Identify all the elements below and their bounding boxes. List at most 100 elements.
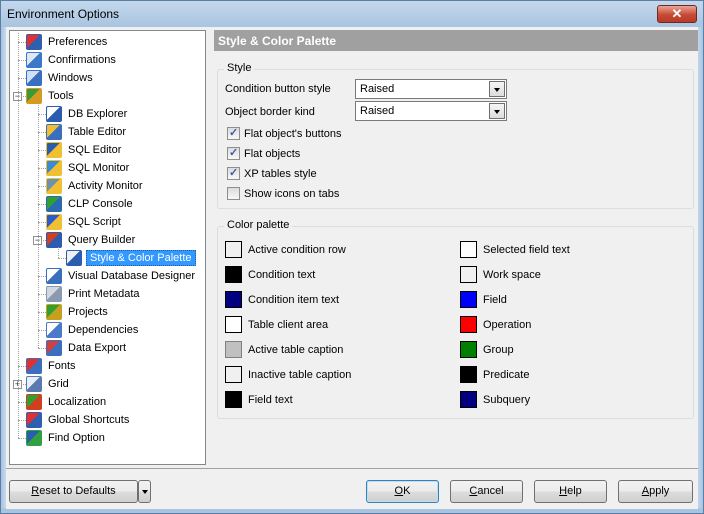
tree-item-grid[interactable]: Grid <box>26 375 71 393</box>
color-swatch[interactable] <box>460 266 477 283</box>
tree-item-global-shortcuts[interactable]: Global Shortcuts <box>26 411 131 429</box>
tree-item-localization[interactable]: Localization <box>26 393 108 411</box>
checkbox-show-icons-on-tabs[interactable]: Show icons on tabs <box>227 187 339 200</box>
checkbox-checked-icon[interactable] <box>227 126 240 140</box>
color-operation[interactable]: Operation <box>460 316 531 333</box>
color-swatch[interactable] <box>225 266 242 283</box>
sql-monitor-icon <box>46 160 62 176</box>
color-condition-item-text[interactable]: Condition item text <box>225 291 339 308</box>
ok-label: K <box>403 485 411 497</box>
chevron-down-icon[interactable] <box>489 81 505 97</box>
color-predicate[interactable]: Predicate <box>460 366 529 383</box>
tree-item-sql-editor[interactable]: SQL Editor <box>46 141 123 159</box>
tree-item-label: Localization <box>48 396 107 408</box>
color-swatch[interactable] <box>460 291 477 308</box>
color-swatch[interactable] <box>225 291 242 308</box>
tools-icon <box>26 88 42 104</box>
tree-item-confirmations[interactable]: Confirmations <box>26 51 118 69</box>
ok-button[interactable]: OK <box>366 480 439 503</box>
tree-item-visual-database-designer[interactable]: Visual Database Designer <box>46 267 197 285</box>
tree-connector <box>38 186 46 187</box>
projects-icon <box>46 304 62 320</box>
db-explorer-icon <box>46 106 62 122</box>
dependencies-icon <box>46 322 62 338</box>
condition-button-style-select[interactable]: Raised <box>355 79 507 99</box>
color-active-table-caption[interactable]: Active table caption <box>225 341 343 358</box>
object-border-kind-select[interactable]: Raised <box>355 101 507 121</box>
tree-item-data-export[interactable]: Data Export <box>46 339 128 357</box>
checkbox-unchecked-icon[interactable] <box>227 187 240 200</box>
color-swatch[interactable] <box>225 341 242 358</box>
color-swatch[interactable] <box>460 316 477 333</box>
color-label: Table client area <box>248 318 329 331</box>
tree-connector <box>38 294 46 295</box>
color-table-client-area[interactable]: Table client area <box>225 316 328 333</box>
environment-options-window: Environment Options ✕ Preferences Confirm… <box>0 0 704 514</box>
color-active-condition-row[interactable]: Active condition row <box>225 241 346 258</box>
tree-item-sql-script[interactable]: SQL Script <box>46 213 123 231</box>
color-field[interactable]: Field <box>460 291 507 308</box>
tree-connector <box>38 114 46 115</box>
tree-connector <box>38 222 46 223</box>
help-label: elp <box>567 485 582 497</box>
tree-item-query-builder[interactable]: Query Builder <box>46 231 137 249</box>
tree-item-fonts[interactable]: Fonts <box>26 357 78 375</box>
options-tree[interactable]: Preferences Confirmations Windows Tools − DB … <box>9 30 206 465</box>
tree-item-activity-monitor[interactable]: Activity Monitor <box>46 177 145 195</box>
color-swatch[interactable] <box>225 241 242 258</box>
tree-connector <box>18 78 26 79</box>
checkbox-label: Flat objects <box>244 147 301 160</box>
color-swatch[interactable] <box>460 391 477 408</box>
shortcuts-icon <box>26 412 42 428</box>
tree-item-db-explorer[interactable]: DB Explorer <box>46 105 129 123</box>
close-button[interactable]: ✕ <box>657 5 697 23</box>
confirmations-icon <box>26 52 42 68</box>
color-field-text[interactable]: Field text <box>225 391 293 408</box>
color-label: Condition text <box>248 268 316 281</box>
tree-item-table-editor[interactable]: Table Editor <box>46 123 128 141</box>
tree-item-projects[interactable]: Projects <box>46 303 110 321</box>
tree-item-tools[interactable]: Tools <box>26 87 76 105</box>
color-subquery[interactable]: Subquery <box>460 391 530 408</box>
tree-item-find-option[interactable]: Find Option <box>26 429 107 447</box>
color-label: Subquery <box>483 393 531 406</box>
chevron-down-icon[interactable] <box>489 103 505 119</box>
tree-item-sql-monitor[interactable]: SQL Monitor <box>46 159 131 177</box>
tree-item-preferences[interactable]: Preferences <box>26 33 109 51</box>
color-work-space[interactable]: Work space <box>460 266 541 283</box>
tree-item-print-metadata[interactable]: Print Metadata <box>46 285 142 303</box>
help-button[interactable]: Help <box>534 480 607 503</box>
color-label: Active condition row <box>248 243 346 256</box>
checkbox-xp-tables-style[interactable]: XP tables style <box>227 166 317 180</box>
tree-item-label: Projects <box>68 306 108 318</box>
reset-dropdown-button[interactable] <box>138 480 151 503</box>
color-label: Inactive table caption <box>248 368 352 381</box>
checkbox-flat-object-s-buttons[interactable]: Flat object's buttons <box>227 126 342 140</box>
tree-connector <box>18 60 26 61</box>
color-swatch[interactable] <box>225 316 242 333</box>
color-swatch[interactable] <box>460 341 477 358</box>
reset-to-defaults-button[interactable]: Reset to Defaults <box>9 480 138 503</box>
vdd-icon <box>46 268 62 284</box>
cancel-button[interactable]: Cancel <box>450 480 523 503</box>
tree-item-clp-console[interactable]: CLP Console <box>46 195 135 213</box>
color-swatch[interactable] <box>460 366 477 383</box>
tree-item-style-color-palette[interactable]: Style & Color Palette <box>66 249 196 267</box>
color-swatch[interactable] <box>225 391 242 408</box>
color-selected-field-text[interactable]: Selected field text <box>460 241 570 258</box>
tree-item-windows[interactable]: Windows <box>26 69 95 87</box>
tree-item-dependencies[interactable]: Dependencies <box>46 321 140 339</box>
color-swatch[interactable] <box>225 366 242 383</box>
checkbox-checked-icon[interactable] <box>227 166 240 180</box>
preferences-icon <box>26 34 42 50</box>
color-condition-text[interactable]: Condition text <box>225 266 315 283</box>
apply-button[interactable]: Apply <box>618 480 693 503</box>
checkbox-flat-objects[interactable]: Flat objects <box>227 146 301 160</box>
checkbox-checked-icon[interactable] <box>227 146 240 160</box>
color-swatch[interactable] <box>460 241 477 258</box>
color-inactive-table-caption[interactable]: Inactive table caption <box>225 366 351 383</box>
color-group[interactable]: Group <box>460 341 514 358</box>
tree-item-label: SQL Script <box>68 216 121 228</box>
footer-separator <box>6 468 698 469</box>
title-bar[interactable]: Environment Options ✕ <box>1 1 703 27</box>
